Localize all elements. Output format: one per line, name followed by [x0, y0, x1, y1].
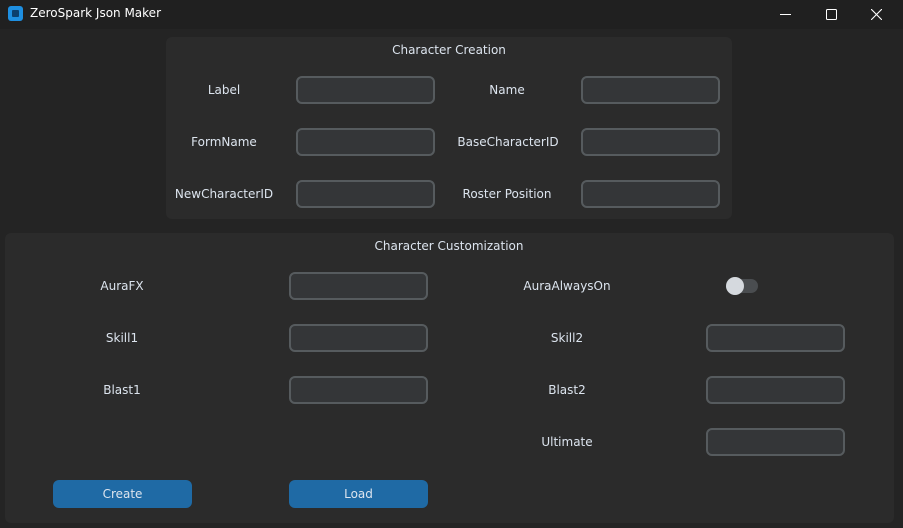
app-logo-icon	[8, 6, 23, 21]
aura-always-on-label: AuraAlwaysOn	[523, 279, 611, 293]
ultimate-label: Ultimate	[541, 435, 593, 449]
close-icon	[871, 9, 882, 20]
character-customization-title: Character Customization	[374, 239, 524, 253]
form-name-input[interactable]	[296, 128, 435, 156]
base-character-id-input[interactable]	[581, 128, 720, 156]
skill1-label: Skill1	[105, 331, 139, 345]
skill1-input[interactable]	[289, 324, 428, 352]
close-button[interactable]	[853, 0, 899, 29]
blast1-label: Blast1	[103, 383, 141, 397]
roster-position-label: Roster Position	[462, 187, 552, 201]
name-input[interactable]	[581, 76, 720, 104]
form-name-label: FormName	[191, 135, 257, 149]
maximize-icon	[826, 9, 837, 20]
blast2-label: Blast2	[548, 383, 586, 397]
blast2-input[interactable]	[706, 376, 845, 404]
name-label: Name	[489, 83, 525, 97]
aura-fx-label: AuraFX	[100, 279, 144, 293]
switch-knob	[726, 277, 744, 295]
load-button[interactable]: Load	[289, 480, 428, 508]
base-character-id-label: BaseCharacterID	[457, 135, 559, 149]
skill2-input[interactable]	[706, 324, 845, 352]
create-button[interactable]: Create	[53, 480, 192, 508]
new-character-id-label: NewCharacterID	[174, 187, 274, 201]
aura-fx-input[interactable]	[289, 272, 428, 300]
window-title: ZeroSpark Json Maker	[30, 6, 161, 20]
skill2-label: Skill2	[550, 331, 584, 345]
title-bar: ZeroSpark Json Maker	[0, 0, 903, 29]
maximize-button[interactable]	[808, 0, 854, 29]
character-creation-title: Character Creation	[392, 43, 506, 57]
roster-position-input[interactable]	[581, 180, 720, 208]
minimize-icon	[780, 14, 791, 15]
ultimate-input[interactable]	[706, 428, 845, 456]
blast1-input[interactable]	[289, 376, 428, 404]
aura-always-on-switch[interactable]	[726, 277, 758, 295]
new-character-id-input[interactable]	[296, 180, 435, 208]
minimize-button[interactable]	[762, 0, 808, 29]
label-label: Label	[207, 83, 241, 97]
label-input[interactable]	[296, 76, 435, 104]
